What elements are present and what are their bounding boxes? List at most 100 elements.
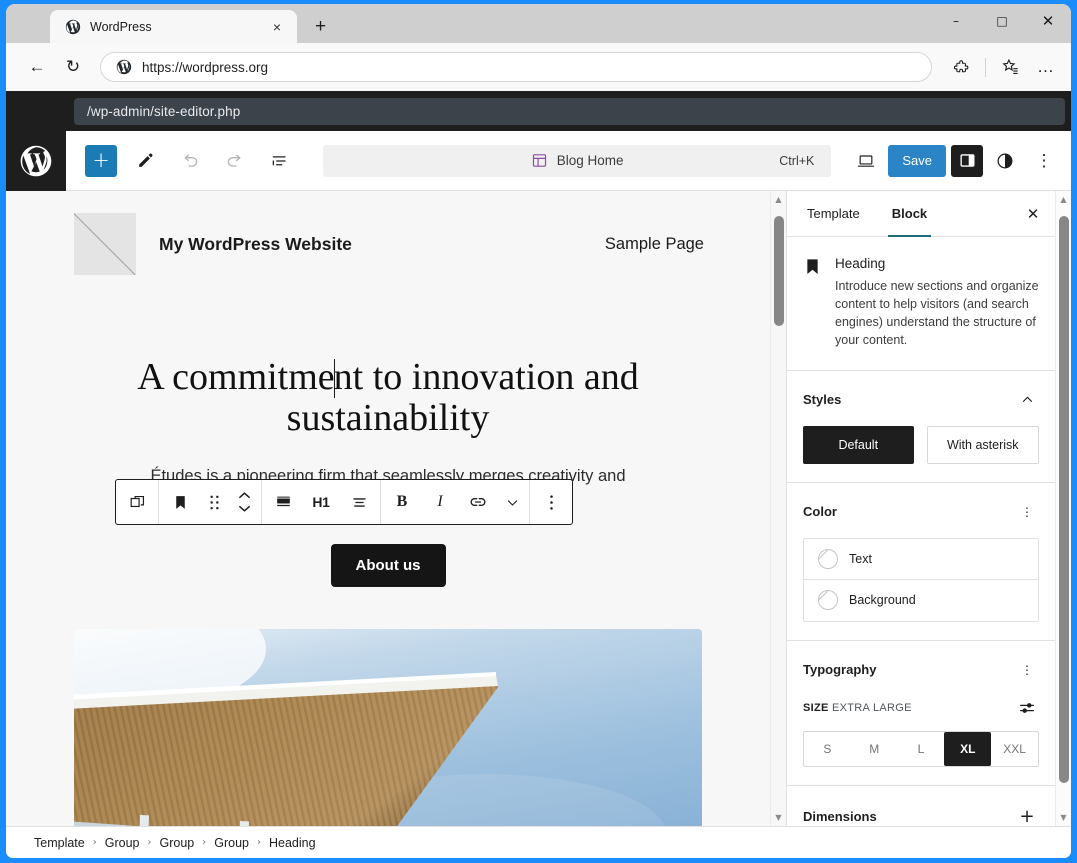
editor-secondary-tools: Save ⋮ [849,144,1071,178]
background-color-swatch[interactable] [818,590,838,610]
scroll-down-arrow-icon[interactable]: ▼ [771,809,787,826]
back-button[interactable]: ← [22,52,52,82]
color-row-label: Text [849,551,872,566]
drag-handle-icon[interactable] [199,480,229,524]
typography-options-menu-icon[interactable]: ⋮ [1015,658,1039,682]
chevron-down-icon[interactable] [497,480,527,524]
reload-button[interactable]: ↻ [58,52,88,82]
template-icon [531,152,548,169]
puzzle-icon[interactable] [946,52,976,82]
site-nav-item-sample-page[interactable]: Sample Page [605,235,704,254]
sidebar-scroll-thumb[interactable] [1058,216,1069,783]
wordpress-icon[interactable] [6,130,66,191]
breadcrumb-item-heading[interactable]: Heading [269,836,316,850]
link-icon[interactable] [459,480,497,524]
sidebar-scrollbar[interactable]: ▲ ▼ [1055,191,1071,826]
more-options-icon[interactable]: ⋮ [1027,144,1061,178]
text-align-icon[interactable] [340,480,378,524]
canvas-scroll-thumb[interactable] [773,216,784,326]
sidebar-tabs: Template Block ✕ [787,191,1055,237]
save-button[interactable]: Save [888,144,946,177]
address-bar[interactable]: https://wordpress.org [100,52,932,82]
color-section-title: Color [803,504,837,519]
font-size-option-xxl[interactable]: XXL [991,732,1038,766]
align-icon[interactable] [264,480,302,524]
desktop-preview-icon[interactable] [849,144,883,178]
color-row-text[interactable]: Text [804,539,1038,580]
canvas-scrollbar[interactable]: ▲ ▼ [770,191,786,826]
style-variation-with-asterisk[interactable]: With asterisk [926,425,1039,464]
breadcrumb-item-group-1[interactable]: Group [105,836,140,850]
block-toolbar-group-richtext: B I [381,480,530,524]
redo-icon[interactable] [218,144,252,178]
color-options-menu-icon[interactable]: ⋮ [1015,500,1039,524]
close-icon[interactable]: × [267,17,287,37]
hero-heading[interactable]: A commitment to innovation and sustainab… [96,356,680,440]
document-bar[interactable]: Blog Home Ctrl+K [323,144,832,177]
bold-button[interactable]: B [383,480,421,524]
scroll-up-arrow-icon[interactable]: ▲ [771,191,787,208]
font-size-option-s[interactable]: S [804,732,851,766]
browser-settings-more-icon[interactable]: … [1031,52,1061,82]
browser-tab[interactable]: WordPress × [50,10,297,43]
canvas-scroll-track[interactable] [771,208,787,809]
font-size-option-xl[interactable]: XL [944,731,992,766]
color-rows: Text Background [803,537,1039,622]
block-toolbar: H1 B I [115,479,573,525]
browser-window-frame: WordPress × + – □ ✕ ← ↻ https://wordpres… [0,0,1077,863]
sidebar-scroll-track[interactable] [1056,208,1072,809]
settings-sidebar-content: Template Block ✕ Heading Introduce new s… [787,191,1071,826]
tab-title: WordPress [90,19,152,34]
favorites-star-icon[interactable] [995,52,1025,82]
dimensions-section[interactable]: Dimensions + [787,786,1055,826]
font-size-option-m[interactable]: M [851,732,898,766]
wp-path-field[interactable]: /wp-admin/site-editor.php [74,97,1065,125]
breadcrumb-item-group-2[interactable]: Group [159,836,194,850]
about-us-button[interactable]: About us [330,544,446,588]
breadcrumb-separator: › [92,837,97,848]
style-variation-default[interactable]: Default [803,425,914,464]
tab-strip: WordPress × + [6,10,335,43]
site-logo-placeholder[interactable] [74,213,136,275]
breadcrumb-item-template[interactable]: Template [34,836,85,850]
heading-block-icon[interactable] [161,480,199,524]
tab-template[interactable]: Template [791,191,876,236]
hero-cta-wrapper: About us [74,544,702,588]
move-updown-icon[interactable] [229,480,259,524]
maximize-button[interactable]: □ [979,4,1025,38]
typography-section-title: Typography [803,662,877,677]
minimize-button[interactable]: – [933,4,979,38]
font-size-option-l[interactable]: L [898,732,945,766]
close-sidebar-icon[interactable]: ✕ [1011,191,1055,236]
close-window-button[interactable]: ✕ [1025,4,1071,38]
settings-panel-icon[interactable] [951,144,983,177]
edit-pencil-icon[interactable] [128,144,162,178]
parent-block-icon[interactable] [118,480,156,524]
site-title[interactable]: My WordPress Website [159,234,352,255]
scroll-down-arrow-icon[interactable]: ▼ [1056,809,1072,826]
styles-contrast-icon[interactable] [988,144,1022,178]
breadcrumb-item-group-3[interactable]: Group [214,836,249,850]
tab-block[interactable]: Block [876,191,943,237]
more-options-icon[interactable] [532,480,570,524]
hero-section: A commitment to innovation and sustainab… [6,356,770,588]
new-tab-button[interactable]: + [306,12,335,41]
editor-body: My WordPress Website Sample Page A commi… [6,191,1071,826]
chevron-up-icon[interactable] [1015,388,1039,412]
window-controls: – □ ✕ [933,4,1071,38]
add-block-button[interactable]: + [85,144,117,177]
list-view-icon[interactable] [263,144,297,178]
heading-level-h1-button[interactable]: H1 [302,480,340,524]
italic-button[interactable]: I [421,480,459,524]
sliders-icon[interactable] [1015,696,1039,720]
color-row-background[interactable]: Background [804,580,1038,621]
architectural-building-photo[interactable] [74,629,702,826]
document-title: Blog Home [556,153,624,168]
scroll-up-arrow-icon[interactable]: ▲ [1056,191,1072,208]
settings-sidebar: Template Block ✕ Heading Introduce new s… [786,191,1071,826]
expand-dimensions-icon[interactable]: + [1015,805,1039,826]
text-color-swatch[interactable] [818,548,838,569]
undo-icon[interactable] [173,144,207,178]
heading-text-after-caret: nt to innovation and sustainability [286,356,639,440]
document-bar-shortcut: Ctrl+K [779,153,815,168]
